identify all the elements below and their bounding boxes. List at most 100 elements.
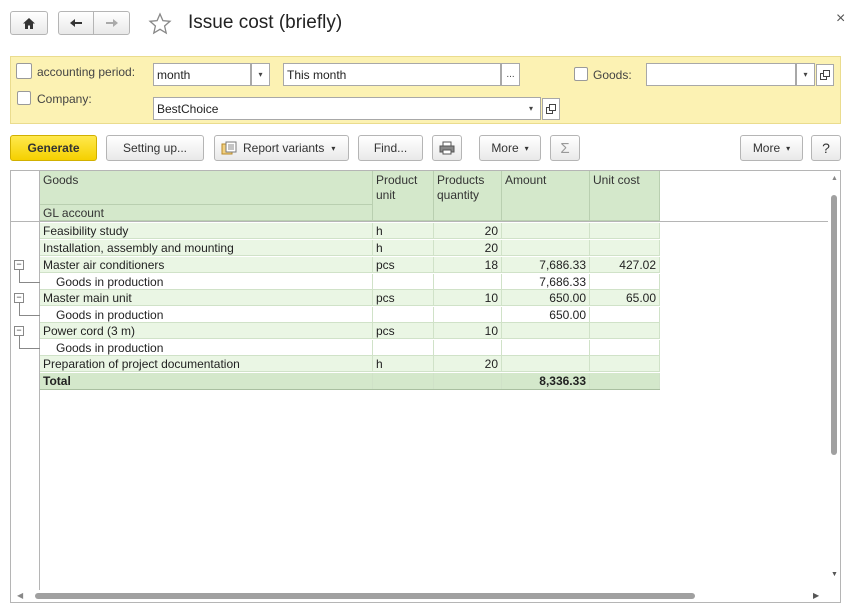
cell-amount: 650.00 — [502, 290, 590, 306]
goods-dropdown[interactable]: ▾ — [796, 63, 815, 86]
filter-panel: accounting period: month ▾ This month ..… — [10, 56, 841, 124]
find-button[interactable]: Find... — [358, 135, 423, 161]
goods-open-button[interactable] — [816, 64, 834, 86]
back-button[interactable] — [58, 11, 94, 35]
close-icon[interactable]: × — [836, 10, 845, 28]
tree-connector — [19, 303, 20, 315]
open-window-icon — [546, 104, 556, 114]
cell-unit: h — [373, 240, 434, 256]
total-amount: 8,336.33 — [502, 373, 590, 389]
table-row[interactable]: Preparation of project documentation h 2… — [40, 356, 660, 372]
cell-unit-cost — [590, 340, 660, 356]
header-divider — [11, 221, 830, 222]
collapse-group-toggle[interactable]: − — [14, 260, 24, 270]
cell-qty — [434, 340, 502, 356]
table-row[interactable]: Feasibility study h 20 — [40, 223, 660, 239]
printer-icon — [439, 141, 455, 155]
cell-amount — [502, 340, 590, 356]
goods-label: Goods: — [593, 68, 632, 82]
header-amount: Amount — [502, 171, 590, 221]
company-dropdown[interactable]: ▾ — [522, 97, 541, 120]
tree-connector — [19, 348, 40, 349]
scroll-up-arrow-icon[interactable]: ▲ — [831, 175, 838, 182]
cell-unit-cost — [590, 356, 660, 372]
accounting-period-checkbox[interactable] — [16, 63, 32, 79]
company-checkbox[interactable] — [17, 91, 31, 105]
cell-unit: h — [373, 223, 434, 239]
cell-amount: 650.00 — [502, 307, 590, 323]
cell-unit — [373, 307, 434, 323]
total-label: Total — [40, 373, 373, 389]
collapse-group-toggle[interactable]: − — [14, 293, 24, 303]
forward-button[interactable] — [93, 11, 130, 35]
tree-connector — [19, 270, 20, 282]
scroll-down-arrow-icon[interactable]: ▼ — [831, 571, 838, 578]
cell-gl-account: Goods in production — [40, 307, 373, 323]
more-button-right[interactable]: More ▾ — [740, 135, 803, 161]
collapse-group-toggle[interactable]: − — [14, 326, 24, 336]
favorite-star-icon[interactable] — [148, 12, 172, 36]
forward-arrow-icon — [105, 19, 118, 27]
report-variants-button[interactable]: Report variants ▾ — [214, 135, 349, 161]
company-field[interactable]: BestChoice — [153, 97, 528, 120]
cell-qty: 20 — [434, 240, 502, 256]
vertical-scroll-thumb[interactable] — [831, 195, 837, 455]
horizontal-scroll-thumb[interactable] — [35, 593, 695, 599]
cell-unit — [373, 373, 434, 389]
cell-gl-account: Goods in production — [40, 274, 373, 290]
chevron-down-icon: ▾ — [524, 143, 529, 153]
period-select-button[interactable]: ... — [501, 63, 520, 86]
tree-connector — [19, 315, 40, 316]
page-title: Issue cost (briefly) — [188, 12, 343, 33]
back-arrow-icon — [70, 19, 82, 27]
table-row[interactable]: Master air conditioners pcs 18 7,686.33 … — [40, 257, 660, 273]
period-kind-dropdown[interactable]: ▾ — [251, 63, 270, 86]
cell-unit-cost — [590, 323, 660, 339]
cell-qty: 10 — [434, 323, 502, 339]
cell-unit — [373, 274, 434, 290]
print-button[interactable] — [432, 135, 462, 161]
cell-unit-cost: 427.02 — [590, 257, 660, 273]
header-goods: Goods — [40, 171, 373, 205]
horizontal-scrollbar[interactable]: ◀ ▶ — [11, 590, 830, 602]
cell-qty: 20 — [434, 356, 502, 372]
table-row[interactable]: Installation, assembly and mounting h 20 — [40, 240, 660, 256]
company-label: Company: — [37, 92, 92, 106]
cell-goods: Preparation of project documentation — [40, 356, 373, 372]
generate-button[interactable]: Generate — [10, 135, 97, 161]
help-button[interactable]: ? — [811, 135, 841, 161]
table-row[interactable]: Master main unit pcs 10 650.00 65.00 — [40, 290, 660, 306]
cell-goods: Power cord (3 m) — [40, 323, 373, 339]
cell-goods: Installation, assembly and mounting — [40, 240, 373, 256]
cell-unit: pcs — [373, 257, 434, 273]
vertical-scrollbar[interactable]: ▲ ▼ — [828, 171, 840, 602]
cell-gl-account: Goods in production — [40, 340, 373, 356]
total-row[interactable]: Total 8,336.33 — [40, 373, 660, 390]
cell-qty: 10 — [434, 290, 502, 306]
table-row[interactable]: Goods in production — [40, 340, 660, 356]
company-open-button[interactable] — [542, 98, 560, 120]
table-row[interactable]: Goods in production 7,686.33 — [40, 274, 660, 290]
table-row[interactable]: Power cord (3 m) pcs 10 — [40, 323, 660, 339]
cell-unit-cost — [590, 223, 660, 239]
cell-qty: 18 — [434, 257, 502, 273]
home-button[interactable] — [10, 11, 48, 35]
header-unit-cost: Unit cost — [590, 171, 660, 221]
report-variants-label: Report variants — [243, 141, 325, 155]
setting-up-button[interactable]: Setting up... — [106, 135, 204, 161]
scroll-right-arrow-icon[interactable]: ▶ — [813, 591, 819, 600]
more-button-left[interactable]: More ▾ — [479, 135, 541, 161]
sum-button[interactable]: Σ — [550, 135, 580, 161]
scroll-left-arrow-icon[interactable]: ◀ — [17, 591, 23, 600]
period-kind-field[interactable]: month — [153, 63, 251, 86]
goods-field[interactable] — [646, 63, 796, 86]
cell-qty: 20 — [434, 223, 502, 239]
cell-unit: pcs — [373, 290, 434, 306]
period-value-field[interactable]: This month — [283, 63, 501, 86]
goods-checkbox[interactable] — [574, 67, 588, 81]
report-table-area[interactable]: Goods GL account Product unit Products q… — [10, 170, 841, 603]
cell-amount: 7,686.33 — [502, 274, 590, 290]
cell-unit-cost — [590, 240, 660, 256]
table-row[interactable]: Goods in production 650.00 — [40, 307, 660, 323]
cell-unit-cost — [590, 373, 660, 389]
